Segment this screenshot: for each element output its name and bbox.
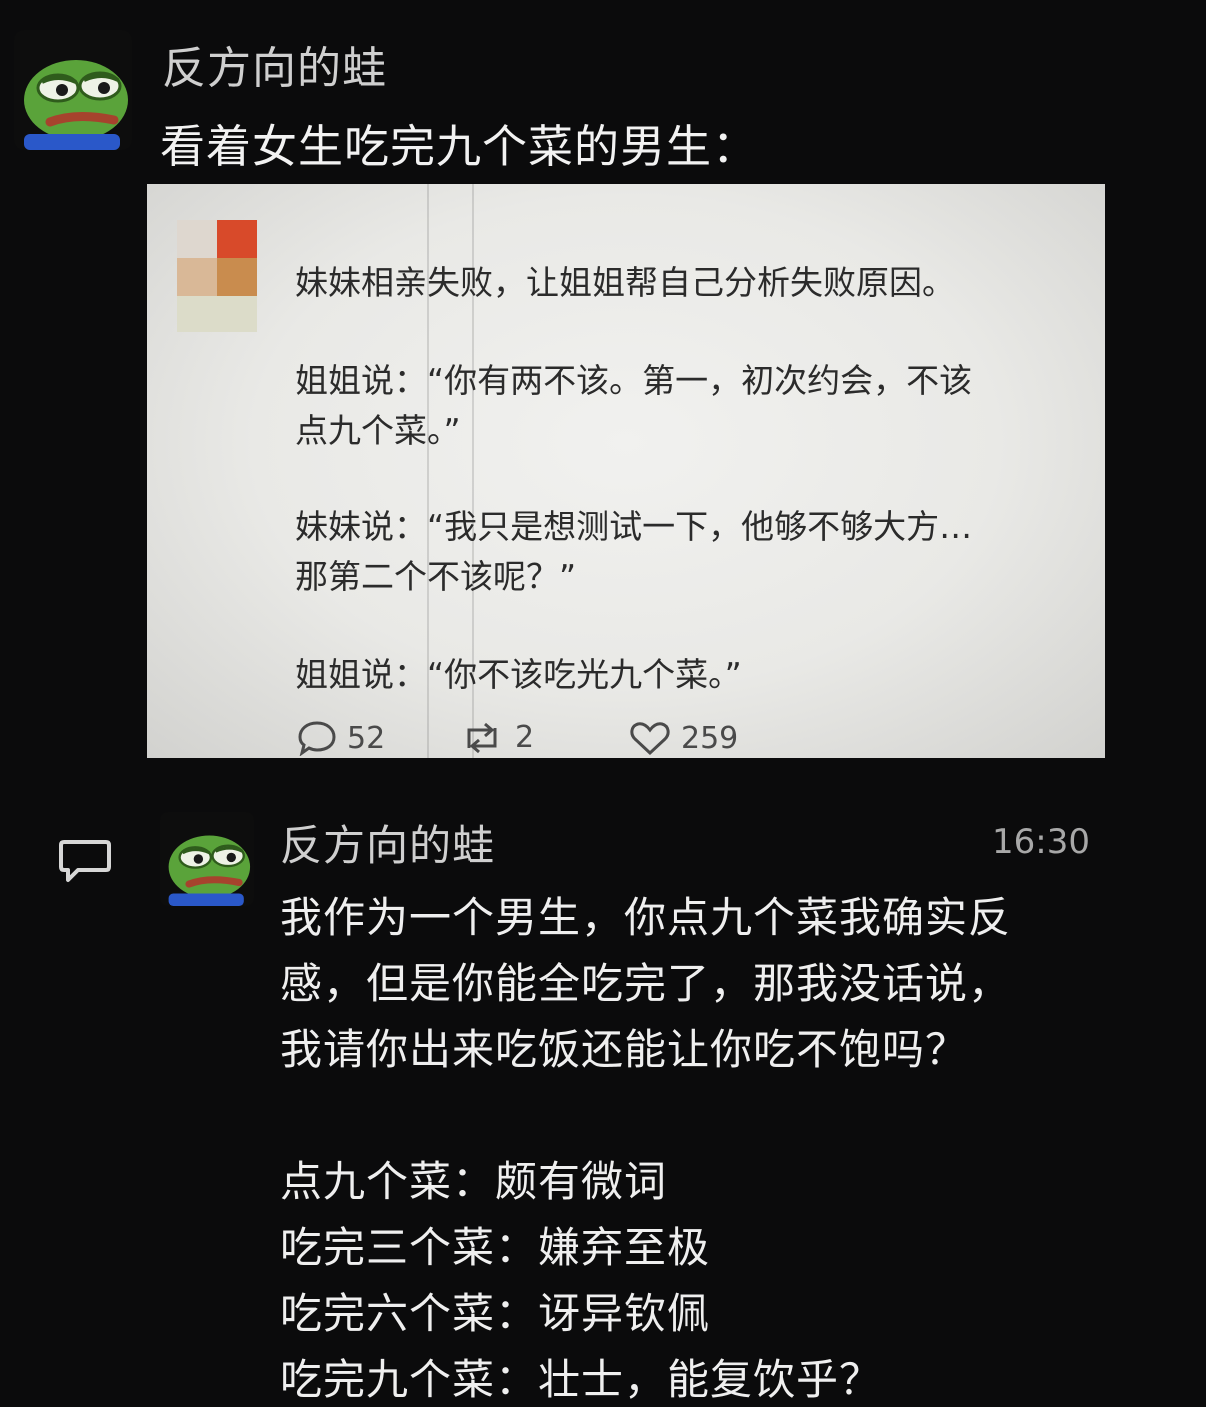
repost-count: 2 <box>515 720 535 755</box>
pepe-frog-icon <box>24 60 128 150</box>
comment-bubble-icon <box>298 721 336 756</box>
screenshot-paragraph: 点九个菜。” <box>295 411 461 450</box>
reply-author-avatar[interactable] <box>160 812 254 906</box>
pepe-frog-icon <box>168 835 251 906</box>
reply-text-line: 点九个菜：颇有微词 <box>280 1157 668 1206</box>
screenshot-paragraph: 妹妹相亲失败，让姐姐帮自己分析失败原因。 <box>295 263 955 302</box>
screenshot-paragraph: 姐姐说：“你不该吃光九个菜。” <box>295 655 742 694</box>
like-count-stat[interactable]: 259 <box>629 720 738 756</box>
reply-author-name[interactable]: 反方向的蛙 <box>280 812 495 873</box>
reply-text-line: 感，但是你能全吃完了，那我没话说， <box>280 959 1012 1008</box>
post-caption: 看着女生吃完九个菜的男生： <box>160 120 759 173</box>
like-count: 259 <box>681 720 739 756</box>
comment-count-stat[interactable]: 52 <box>297 720 385 756</box>
repost-icon <box>467 722 497 753</box>
blurred-avatar <box>177 220 259 332</box>
embedded-screenshot[interactable]: 妹妹相亲失败，让姐姐帮自己分析失败原因。 姐姐说：“你有两不该。第一，初次约会，… <box>147 184 1105 758</box>
reply-text-line: 吃完九个菜：壮士，能复饮乎？ <box>280 1355 883 1404</box>
author-avatar[interactable] <box>14 30 132 150</box>
screenshot-paragraph: 姐姐说：“你有两不该。第一，初次约会，不该 <box>295 361 973 400</box>
comment-count: 52 <box>347 720 386 756</box>
reply-text-line: 吃完六个菜：讶异钦佩 <box>280 1289 711 1338</box>
comment-bubble-icon[interactable] <box>58 838 112 884</box>
screenshot-paragraph: 那第二个不该呢？” <box>295 557 577 596</box>
reply-text-line: 我请你出来吃饭还能让你吃不饱吗？ <box>280 1025 969 1074</box>
screenshot-paragraph: 妹妹说：“我只是想测试一下，他够不够大方… <box>295 507 973 546</box>
reply-timestamp: 16:30 <box>992 822 1090 862</box>
heart-icon <box>630 722 670 756</box>
reply-text-line: 我作为一个男生，你点九个菜我确实反 <box>280 893 1012 942</box>
repost-count-stat[interactable]: 2 <box>459 720 534 755</box>
post-author-name[interactable]: 反方向的蛙 <box>162 32 387 96</box>
reply-text-line: 吃完三个菜：嫌弃至极 <box>280 1223 711 1272</box>
